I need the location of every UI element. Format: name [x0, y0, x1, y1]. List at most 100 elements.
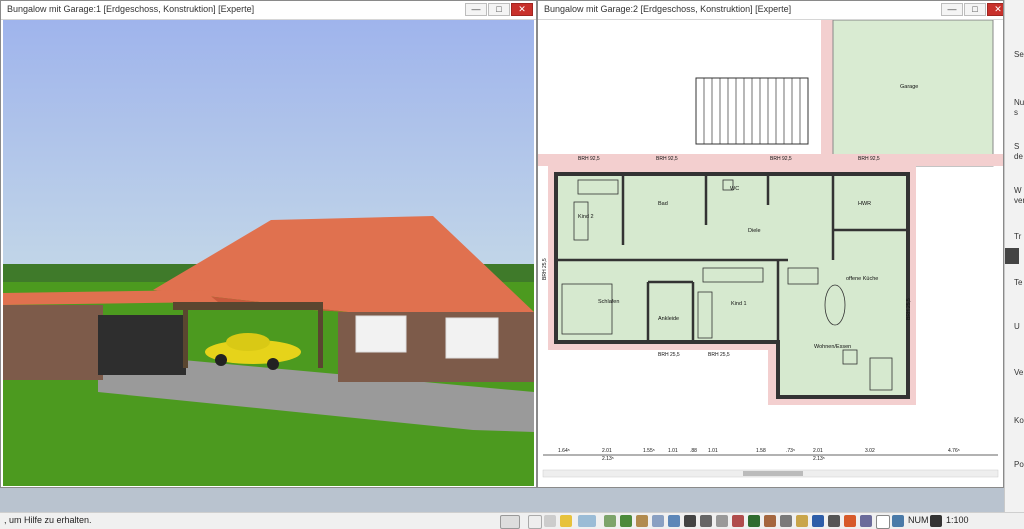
toolbar-icon[interactable] — [636, 515, 648, 527]
camera-icon[interactable] — [930, 515, 942, 527]
sidebar-item[interactable]: Se — [1014, 50, 1024, 59]
maximize-button[interactable]: □ — [488, 3, 510, 16]
brh-label: BRH 25,5 — [906, 298, 912, 320]
toolbar-icon[interactable] — [604, 515, 616, 527]
maximize-button[interactable]: □ — [964, 3, 986, 16]
sidebar-item[interactable]: Nu — [1014, 98, 1024, 107]
dimension-label: 1.01 — [668, 448, 678, 454]
sidebar[interactable]: Se Nu s S de W ver Tr Te U Ve Ko Po — [1004, 0, 1024, 512]
toolbar-icon[interactable] — [620, 515, 632, 527]
sidebar-item[interactable]: Tr — [1014, 232, 1021, 241]
sidebar-item[interactable]: s — [1014, 108, 1018, 117]
status-bar: , um Hilfe zu erhalten. NUM 1:100 — [0, 512, 1024, 529]
toolbar-icon[interactable] — [732, 515, 744, 527]
toolbar-icon[interactable] — [812, 515, 824, 527]
room-label-bad: Bad — [658, 201, 668, 207]
pencil-icon[interactable] — [560, 515, 572, 527]
dimension-label: 2.13⁵ — [813, 456, 825, 462]
room-label-kind1: Kind 1 — [731, 301, 747, 307]
garage-floor — [832, 20, 994, 167]
scale-indicator: 1:100 — [946, 515, 969, 525]
3d-scene[interactable] — [3, 20, 534, 486]
toolbar-icon[interactable] — [764, 515, 776, 527]
window-left — [355, 315, 407, 353]
tree-icon[interactable] — [748, 515, 760, 527]
sidebar-item[interactable]: de — [1014, 152, 1023, 161]
window-plan-view[interactable]: Bungalow mit Garage:2 [Erdgeschoss, Kons… — [537, 0, 1004, 488]
toolbar-icon[interactable] — [652, 515, 664, 527]
status-hint: , um Hilfe zu erhalten. — [4, 515, 92, 525]
room-label-ankleide: Ankleide — [658, 316, 679, 322]
window-plan-title: Bungalow mit Garage:2 [Erdgeschoss, Kons… — [544, 4, 792, 14]
dimension-label: 2.01 — [602, 448, 612, 454]
minimize-button[interactable]: — — [465, 3, 487, 16]
window-plan-titlebar[interactable]: Bungalow mit Garage:2 [Erdgeschoss, Kons… — [538, 1, 1003, 20]
toolbar-icon[interactable] — [844, 515, 856, 527]
sidebar-item[interactable]: ver — [1014, 196, 1024, 205]
room-label-kueche: offene Küche — [846, 276, 878, 282]
brh-label: BRH 92,5 — [770, 156, 792, 162]
toolbar-icon[interactable] — [892, 515, 904, 527]
room-label-kind2: Kind 2 — [578, 214, 594, 220]
dimension-label: .88 — [690, 448, 697, 454]
window-3d-titlebar[interactable]: Bungalow mit Garage:1 [Erdgeschoss, Kons… — [1, 1, 536, 20]
car-wheel — [215, 354, 227, 366]
garage-door — [98, 315, 186, 375]
sidebar-splitter-handle[interactable] — [1005, 248, 1019, 264]
carport-post — [183, 310, 188, 368]
dimension-label: 4.76⁵ — [948, 448, 960, 454]
garage-wall — [3, 305, 103, 380]
brh-label: BRH 25,5 — [542, 258, 548, 280]
room-label-diele: Diele — [748, 228, 761, 234]
toolbar-icon[interactable] — [700, 515, 712, 527]
toolbar-icon[interactable] — [828, 515, 840, 527]
room-label-hwr: HWR — [858, 201, 871, 207]
sidebar-item[interactable]: Ko — [1014, 416, 1024, 425]
toolbar-icon[interactable] — [796, 515, 808, 527]
dimension-label: 1.01 — [708, 448, 718, 454]
horizontal-scroll-thumb — [743, 471, 803, 476]
dimension-label: 1.64⁵ — [558, 448, 570, 454]
footprints-icon[interactable] — [684, 515, 696, 527]
dimension-label: 1.58 — [756, 448, 766, 454]
dimension-label: 2.01 — [813, 448, 823, 454]
sidebar-item[interactable]: Ve — [1014, 368, 1023, 377]
sidebar-item[interactable]: Po — [1014, 460, 1024, 469]
toolbar-icon[interactable] — [578, 515, 596, 527]
sidebar-item[interactable]: S — [1014, 142, 1019, 151]
brh-label: BRH 25,5 — [658, 352, 680, 358]
text-icon[interactable] — [876, 515, 890, 529]
sidebar-item[interactable]: U — [1014, 322, 1020, 331]
brh-label: BRH 92,5 — [578, 156, 600, 162]
dimension-label: 2.13⁵ — [602, 456, 614, 462]
toolbar-icon[interactable] — [860, 515, 872, 527]
toolbar-icon[interactable] — [668, 515, 680, 527]
grid-icon[interactable] — [544, 515, 556, 527]
property-line — [821, 20, 833, 170]
brh-label: BRH 92,5 — [858, 156, 880, 162]
window-3d-title: Bungalow mit Garage:1 [Erdgeschoss, Kons… — [7, 4, 255, 14]
brh-label: BRH 25,5 — [708, 352, 730, 358]
toolbar-icon[interactable] — [716, 515, 728, 527]
room-label-wohnen: Wohnen/Essen — [814, 344, 851, 350]
carport-roof — [173, 302, 323, 310]
room-label-wc: WC — [730, 186, 739, 192]
toolbar-icon[interactable] — [500, 515, 520, 529]
window-right — [445, 317, 499, 359]
car-wheel — [267, 358, 279, 370]
minimize-button[interactable]: — — [941, 3, 963, 16]
close-button[interactable]: ✕ — [511, 3, 533, 16]
num-lock-indicator: NUM — [908, 515, 929, 525]
dimension-label: .73⁵ — [786, 448, 795, 454]
toolbar-icon[interactable] — [780, 515, 792, 527]
floor-plan[interactable]: Garage Kind 2 Bad WC HWR Diele offene Kü… — [538, 20, 1004, 488]
sidebar-item[interactable]: W — [1014, 186, 1022, 195]
carport-post — [318, 310, 323, 368]
car-cabin — [226, 333, 270, 351]
window-3d-view[interactable]: Bungalow mit Garage:1 [Erdgeschoss, Kons… — [0, 0, 537, 488]
close-button[interactable]: ✕ — [987, 3, 1003, 16]
room-label-schlafen: Schlafen — [598, 299, 619, 305]
sidebar-item[interactable]: Te — [1014, 278, 1022, 287]
dimension-label: 1.55⁵ — [643, 448, 655, 454]
toolbar-icon[interactable] — [528, 515, 542, 529]
